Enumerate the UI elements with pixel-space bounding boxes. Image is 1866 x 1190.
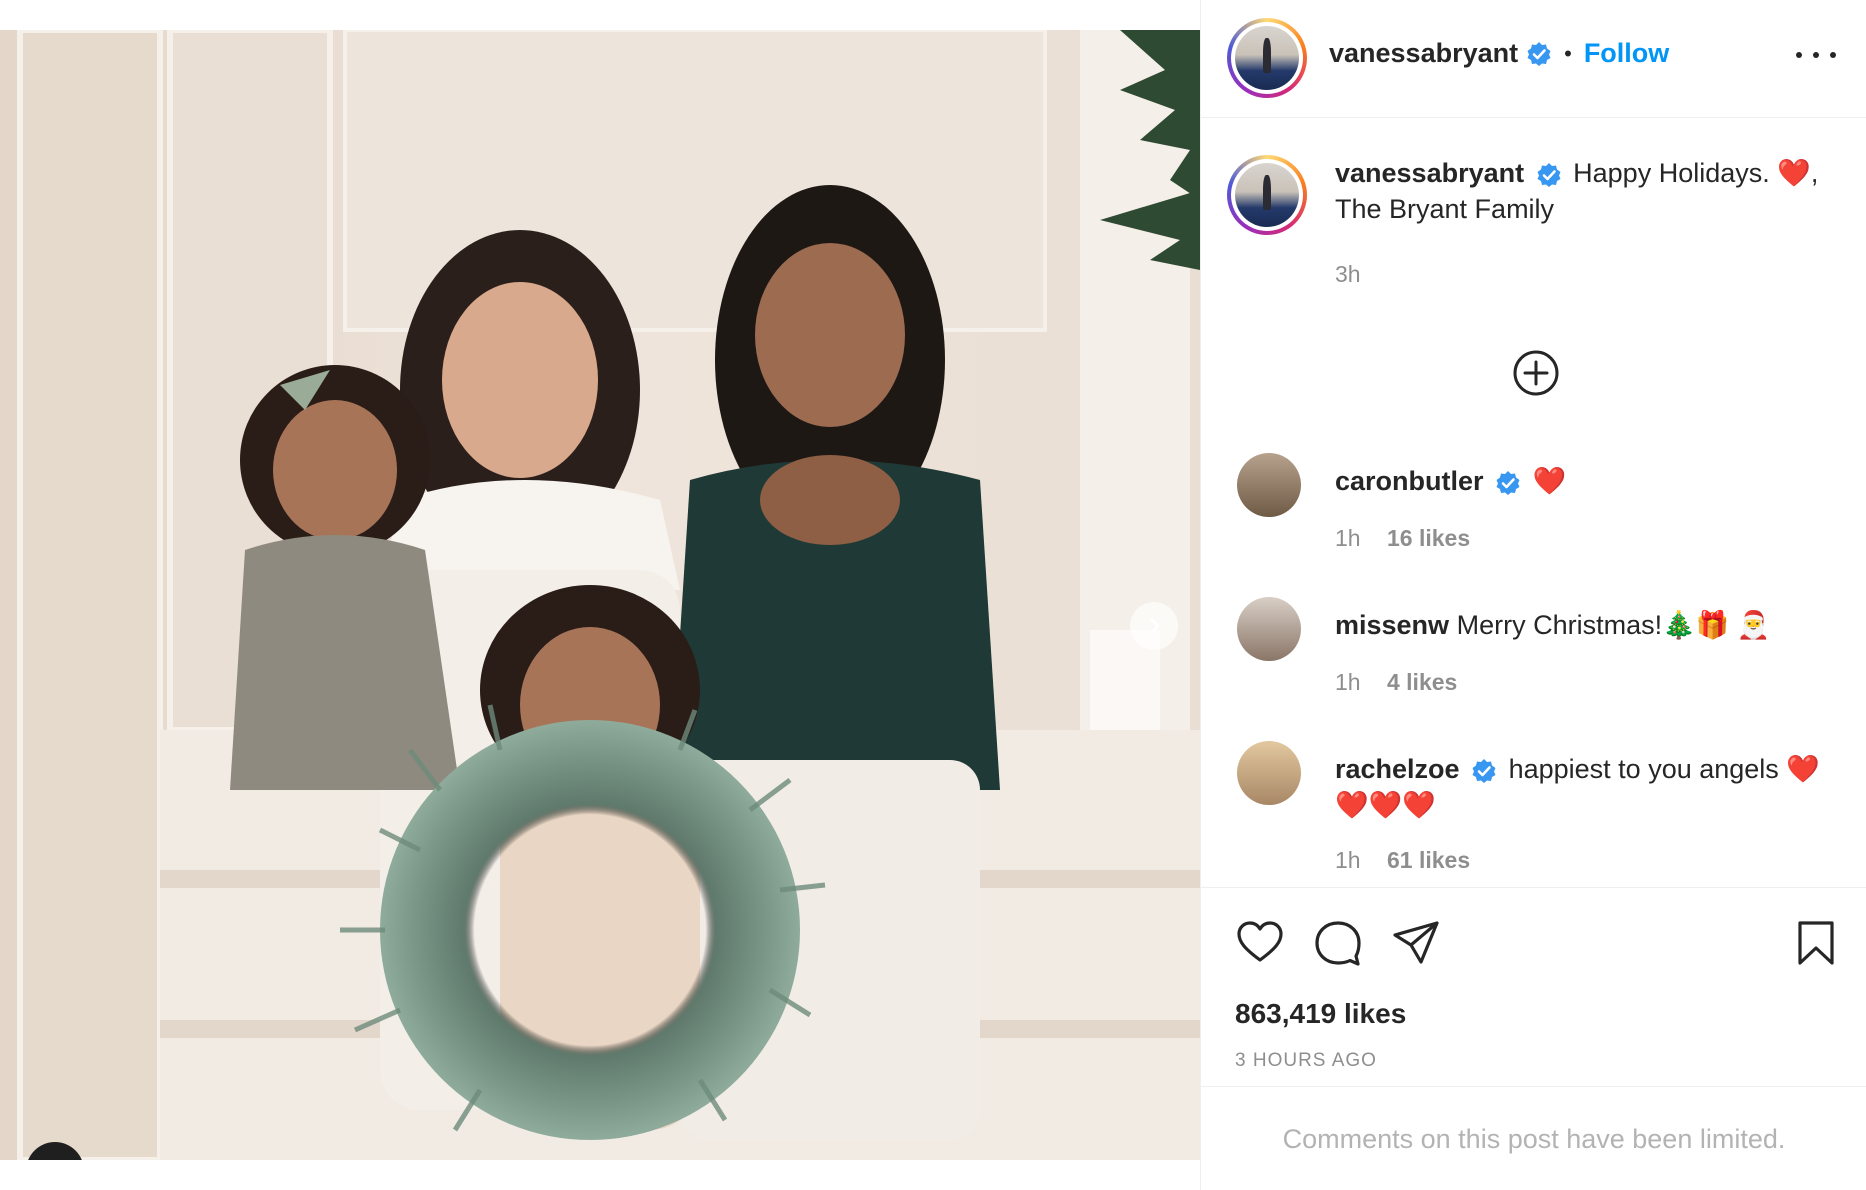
- caption-message: Happy Holidays. ❤️,: [1573, 158, 1819, 188]
- author-avatar[interactable]: [1227, 18, 1307, 98]
- comments-limited-notice: Comments on this post have been limited.: [1282, 1124, 1786, 1154]
- comment-item: missenw Merry Christmas!🎄🎁 🎅 1h 4 likes: [1227, 597, 1837, 707]
- bookmark-icon[interactable]: [1791, 918, 1841, 968]
- paper-plane-icon[interactable]: [1391, 918, 1441, 968]
- user-tag-icon: [42, 1158, 68, 1160]
- caption-message-line2: The Bryant Family: [1335, 194, 1555, 224]
- comment-meta: 1h 4 likes: [1335, 669, 1457, 696]
- chevron-right-icon: [1149, 617, 1160, 635]
- post-header: vanessabryant • Follow: [1201, 0, 1866, 118]
- comment-text: rachelzoe happiest to you angels ❤️ ❤️❤️…: [1335, 751, 1837, 823]
- comment-message: Merry Christmas!🎄🎁 🎅: [1456, 610, 1771, 640]
- comment-text: missenw Merry Christmas!🎄🎁 🎅: [1335, 607, 1837, 643]
- comment-likes[interactable]: 4 likes: [1387, 669, 1457, 695]
- family-photo-illustration: [0, 30, 1200, 1160]
- comment-item: caronbutler ❤️ 1h 16 likes: [1227, 453, 1837, 563]
- verified-badge-icon: [1471, 758, 1497, 784]
- post-sidebar: vanessabryant • Follow vanessabryant Hap…: [1200, 0, 1866, 1190]
- comment-time: 1h: [1335, 525, 1361, 551]
- author-username[interactable]: vanessabryant: [1329, 38, 1518, 69]
- more-options-icon[interactable]: [1796, 40, 1836, 70]
- comment-message: happiest to you angels ❤️: [1508, 754, 1820, 784]
- next-photo-button[interactable]: [1130, 602, 1178, 650]
- commenter-avatar[interactable]: [1237, 597, 1301, 661]
- header-user-line: vanessabryant • Follow: [1329, 38, 1669, 69]
- comment-meta: 1h 61 likes: [1335, 847, 1470, 874]
- wreath: [380, 720, 800, 1140]
- verified-badge-icon: [1495, 470, 1521, 496]
- follow-separator: •: [1564, 40, 1572, 66]
- post-photo[interactable]: [0, 30, 1200, 1160]
- comment-username[interactable]: rachelzoe: [1335, 754, 1460, 784]
- comment-bubble-icon[interactable]: [1313, 918, 1363, 968]
- caption-username[interactable]: vanessabryant: [1335, 158, 1524, 188]
- post-actions: 863,419 likes 3 HOURS AGO: [1201, 887, 1866, 1087]
- verified-badge-icon: [1526, 41, 1552, 67]
- comment-username[interactable]: caronbutler: [1335, 466, 1484, 496]
- comment-likes[interactable]: 16 likes: [1387, 525, 1470, 551]
- comment-time: 1h: [1335, 669, 1361, 695]
- caption-author-avatar[interactable]: [1227, 155, 1307, 235]
- comment-message: ❤️: [1532, 466, 1567, 496]
- add-circle-icon[interactable]: [1512, 349, 1560, 397]
- commenter-avatar[interactable]: [1237, 453, 1301, 517]
- comment-time: 1h: [1335, 847, 1361, 873]
- caption-text: vanessabryant Happy Holidays. ❤️, The Br…: [1335, 155, 1837, 227]
- post-time-ago[interactable]: 3 HOURS AGO: [1235, 1050, 1377, 1072]
- comment-likes[interactable]: 61 likes: [1387, 847, 1470, 873]
- follow-button[interactable]: Follow: [1584, 38, 1669, 69]
- commenter-avatar[interactable]: [1237, 741, 1301, 805]
- instagram-post-page: vanessabryant • Follow vanessabryant Hap…: [0, 0, 1866, 1190]
- comment-message-line2: ❤️❤️❤️: [1335, 790, 1436, 820]
- verified-badge-icon: [1536, 162, 1562, 188]
- comment-item: rachelzoe happiest to you angels ❤️ ❤️❤️…: [1227, 741, 1837, 887]
- comment-text: caronbutler ❤️: [1335, 463, 1837, 499]
- comment-meta: 1h 16 likes: [1335, 525, 1470, 552]
- comment-username[interactable]: missenw: [1335, 610, 1449, 640]
- caption-timestamp: 3h: [1335, 261, 1361, 287]
- heart-outline-icon[interactable]: [1235, 918, 1285, 968]
- caption: vanessabryant Happy Holidays. ❤️, The Br…: [1227, 155, 1837, 295]
- post-likes-count[interactable]: 863,419 likes: [1235, 998, 1406, 1030]
- comments-section: vanessabryant Happy Holidays. ❤️, The Br…: [1201, 119, 1866, 887]
